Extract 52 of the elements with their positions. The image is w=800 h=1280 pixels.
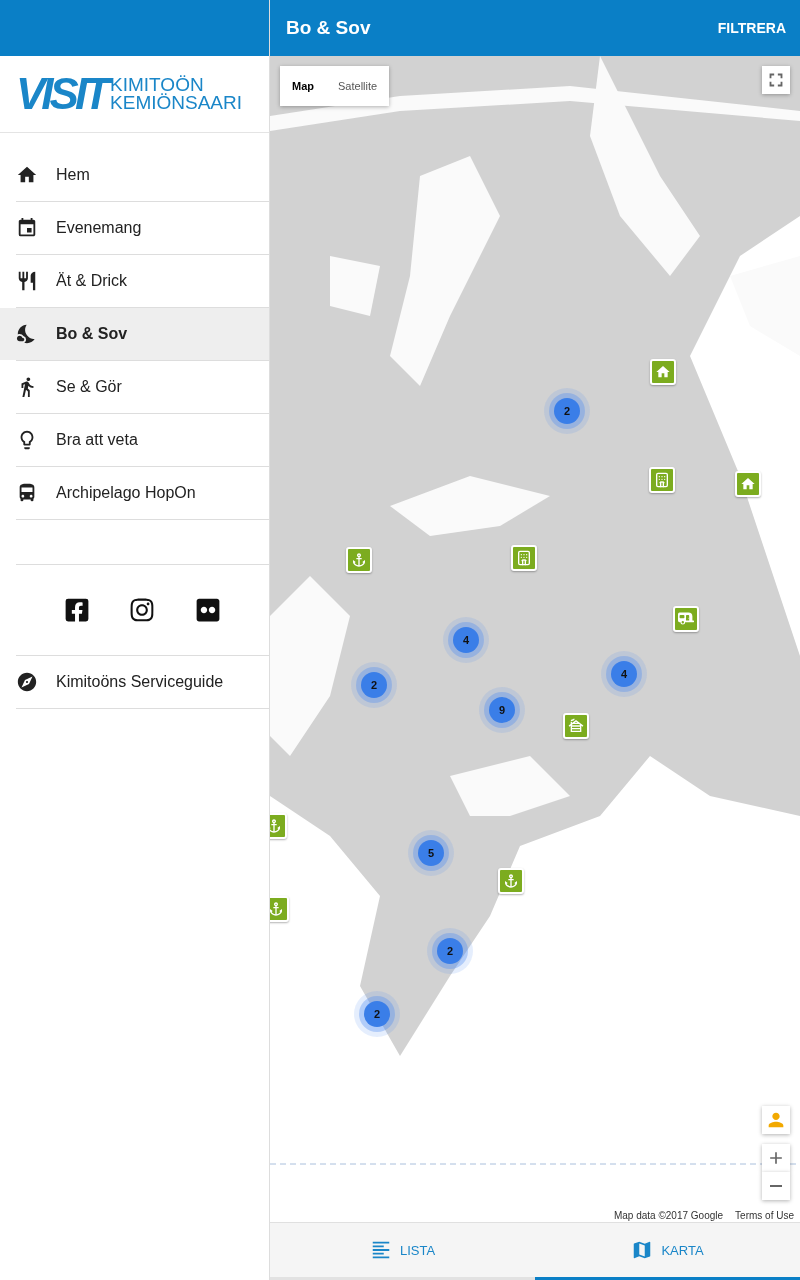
facebook-icon	[63, 597, 90, 623]
map-marker[interactable]	[346, 547, 372, 573]
hotel-icon	[654, 472, 670, 488]
logo-text: KIMITOÖN	[110, 76, 204, 94]
page-title: Bo & Sov	[286, 17, 371, 39]
anchor-icon	[270, 901, 284, 917]
map-marker[interactable]	[673, 606, 699, 632]
map-marker[interactable]	[650, 359, 676, 385]
zoom-out-button[interactable]	[762, 1172, 790, 1200]
fullscreen-button[interactable]	[762, 66, 790, 94]
cabin-icon	[568, 718, 584, 734]
menu-item[interactable]: Bra att veta	[0, 414, 269, 466]
map-marker[interactable]	[735, 471, 761, 497]
menu-item[interactable]: Bo & Sov	[0, 308, 269, 360]
map-marker[interactable]	[498, 868, 524, 894]
minus-icon	[770, 1185, 782, 1187]
map-marker[interactable]	[511, 545, 537, 571]
house-icon	[740, 476, 756, 492]
menu-item[interactable]: Archipelago HopOn	[0, 467, 269, 519]
map-marker[interactable]	[563, 713, 589, 739]
anchor-icon	[270, 818, 282, 834]
social-link[interactable]	[195, 597, 222, 623]
cutlery-icon	[16, 270, 38, 292]
house-icon	[655, 364, 671, 380]
logo-text: KEMIÖNSAARI	[110, 94, 242, 112]
menu-item[interactable]: Kimitoöns Serviceguide	[0, 656, 269, 708]
map-cluster[interactable]: 2	[364, 1001, 390, 1027]
menu-item[interactable]: Se & Gör	[0, 361, 269, 413]
filter-button[interactable]: FILTRERA	[711, 19, 792, 37]
anchor-icon	[503, 873, 519, 889]
menu-item[interactable]: Ät & Drick	[0, 255, 269, 307]
map-type-button[interactable]: Map	[280, 66, 326, 106]
pegman-button[interactable]	[762, 1106, 790, 1134]
menu-item[interactable]: Hem	[0, 149, 269, 201]
map-attribution: Map data ©2017 Google	[613, 1210, 724, 1221]
social-link[interactable]	[63, 597, 90, 623]
zoom-in-button[interactable]	[762, 1144, 790, 1172]
hotel-icon	[516, 550, 532, 566]
menu-item[interactable]: Evenemang	[0, 202, 269, 254]
map-type-button[interactable]: Satellite	[326, 66, 390, 106]
caravan-icon	[678, 611, 694, 627]
social-link[interactable]	[129, 597, 156, 623]
flickr-icon	[195, 597, 222, 623]
instagram-icon	[129, 597, 156, 623]
view-tab[interactable]: LISTA	[270, 1223, 535, 1280]
terms-link[interactable]: Terms of Use	[735, 1210, 794, 1221]
anchor-icon	[351, 552, 367, 568]
map-marker[interactable]	[270, 896, 289, 922]
view-tab[interactable]: KARTA	[535, 1223, 800, 1280]
compass-icon	[16, 671, 38, 693]
calendar-icon	[16, 217, 38, 239]
map-marker[interactable]	[649, 467, 675, 493]
